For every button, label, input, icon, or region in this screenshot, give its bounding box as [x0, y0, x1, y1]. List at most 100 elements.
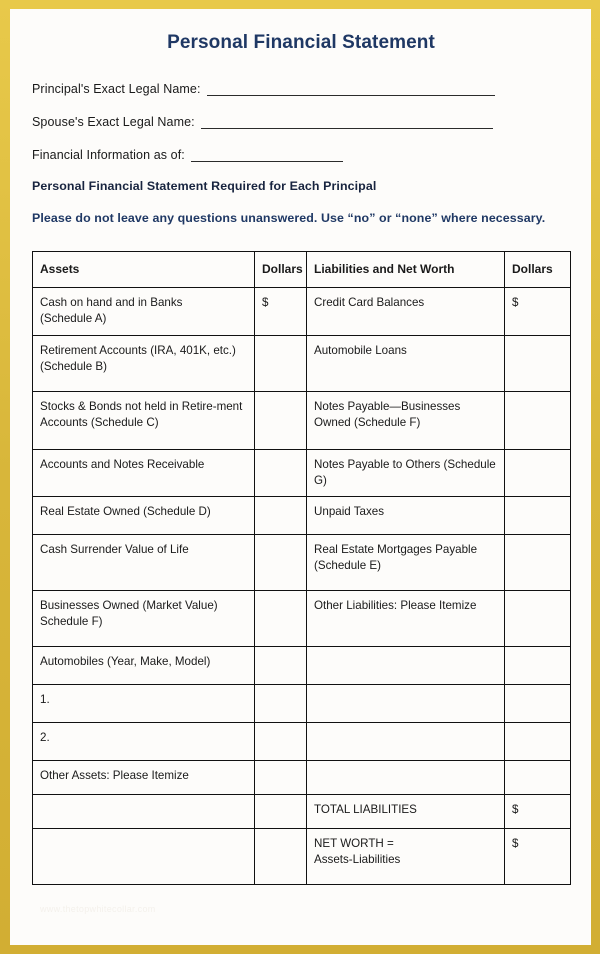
header-liabilities-dollars: Dollars: [504, 250, 571, 289]
asset-label-cell-text: 1.: [40, 692, 50, 706]
liability-amount-cell[interactable]: [504, 449, 571, 497]
document-page: Personal Financial Statement Principal's…: [0, 0, 600, 954]
asset-label-cell-text: Businesses Owned (Market Value): [40, 598, 218, 612]
asset-label-cell-text: Other Assets: Please Itemize: [40, 768, 189, 782]
asset-amount-cell[interactable]: [254, 827, 307, 885]
asset-label-cell: Real Estate Owned (Schedule D): [32, 495, 255, 535]
liability-amount-cell[interactable]: $: [504, 827, 571, 885]
table-row: Automobiles (Year, Make, Model): [32, 645, 571, 685]
asset-amount-cell[interactable]: [254, 793, 307, 829]
principal-name-label: Principal's Exact Legal Name:: [32, 82, 201, 96]
asset-label-cell: [32, 793, 255, 829]
liability-label-cell: [306, 759, 505, 795]
financial-statement-table: Assets Dollars Liabilities and Net Worth…: [32, 250, 571, 885]
spouse-name-field[interactable]: Spouse's Exact Legal Name:: [32, 115, 493, 129]
liability-amount-cell-text: $: [512, 802, 519, 816]
liability-amount-cell[interactable]: [504, 645, 571, 685]
liability-amount-cell[interactable]: [504, 759, 571, 795]
asset-label-cell-text-2: (Schedule B): [40, 360, 108, 374]
liability-label-cell-text: NET WORTH =: [314, 836, 394, 850]
asset-amount-cell[interactable]: [254, 391, 307, 451]
table-row: TOTAL LIABILITIES $: [32, 793, 571, 829]
liability-label-cell-text: Unpaid Taxes: [314, 504, 385, 518]
asset-label-cell-text: Cash Surrender Value of Life: [40, 542, 189, 556]
liability-amount-cell[interactable]: [504, 683, 571, 723]
asset-label-cell: 1.: [32, 683, 255, 723]
financial-info-date-rule[interactable]: [190, 161, 343, 162]
asset-amount-cell[interactable]: [254, 533, 307, 591]
asset-amount-cell[interactable]: $: [254, 287, 307, 337]
liability-label-cell: [306, 721, 505, 761]
table-row: Accounts and Notes Receivable Notes Payab…: [32, 449, 571, 497]
page-title: Personal Financial Statement: [167, 32, 435, 53]
liability-amount-cell[interactable]: $: [504, 287, 571, 337]
spouse-name-rule[interactable]: [200, 128, 493, 129]
header-assets: Assets: [32, 250, 255, 289]
liability-amount-cell[interactable]: [504, 589, 571, 647]
table-row: NET WORTH = Assets-Liabilities $: [32, 827, 571, 885]
liability-label-cell: Notes Payable to Others (Schedule G): [306, 449, 505, 497]
asset-amount-cell[interactable]: [254, 721, 307, 761]
table-row: Cash Surrender Value of Life Real Estate …: [32, 533, 571, 591]
liability-amount-cell[interactable]: [504, 495, 571, 535]
liability-label-cell-text: Other Liabilities: Please Itemize: [314, 598, 477, 612]
table-row: 2.: [32, 721, 571, 761]
asset-label-cell-text-2: (Schedule A): [40, 312, 107, 326]
liability-label-cell: [306, 683, 505, 723]
asset-label-cell: Accounts and Notes Receivable: [32, 449, 255, 497]
table-row: Businesses Owned (Market Value) Schedule …: [32, 589, 571, 647]
asset-amount-cell[interactable]: [254, 335, 307, 393]
liability-label-cell: Automobile Loans: [306, 335, 505, 393]
liability-label-cell: Unpaid Taxes: [306, 495, 505, 535]
financial-info-date-field[interactable]: Financial Information as of:: [32, 148, 343, 162]
principal-name-field[interactable]: Principal's Exact Legal Name:: [32, 82, 495, 96]
liability-label-cell-text: Credit Card Balances: [314, 296, 425, 310]
asset-label-cell: Other Assets: Please Itemize: [32, 759, 255, 795]
asset-label-cell-text: Automobiles (Year, Make, Model): [40, 654, 211, 668]
asset-label-cell: [32, 827, 255, 885]
header-assets-dollars: Dollars: [254, 250, 307, 289]
liability-label-cell-text: Notes Payable—Businesses Owned (Schedule…: [314, 400, 461, 430]
asset-label-cell: Cash on hand and in Banks (Schedule A): [32, 287, 255, 337]
table-row: Retirement Accounts (IRA, 401K, etc.) (Sc…: [32, 335, 571, 393]
asset-label-cell-text: Stocks & Bonds not held in Retire-ment A…: [40, 400, 243, 430]
table-row: 1.: [32, 683, 571, 723]
asset-amount-cell[interactable]: [254, 589, 307, 647]
asset-amount-cell[interactable]: [254, 759, 307, 795]
table-row: Cash on hand and in Banks (Schedule A) $ Cr…: [32, 287, 571, 337]
table-row: Real Estate Owned (Schedule D) Unpaid Tax…: [32, 495, 571, 535]
asset-label-cell: Businesses Owned (Market Value) Schedule …: [32, 589, 255, 647]
asset-label-cell: 2.: [32, 721, 255, 761]
asset-label-cell-text: Accounts and Notes Receivable: [40, 458, 205, 472]
asset-amount-cell[interactable]: [254, 683, 307, 723]
liability-amount-cell[interactable]: [504, 533, 571, 591]
asset-label-cell: Stocks & Bonds not held in Retire-ment A…: [32, 391, 255, 451]
liability-label-cell: TOTAL LIABILITIES: [306, 793, 505, 829]
liability-label-cell: Other Liabilities: Please Itemize: [306, 589, 505, 647]
liability-label-cell: NET WORTH = Assets-Liabilities: [306, 827, 505, 885]
financial-info-date-label: Financial Information as of:: [32, 148, 185, 162]
liability-amount-cell[interactable]: [504, 391, 571, 451]
table-body: Cash on hand and in Banks (Schedule A) $ Cr…: [32, 287, 571, 885]
liability-label-cell-text: TOTAL LIABILITIES: [314, 802, 417, 816]
table-row: Stocks & Bonds not held in Retire-ment A…: [32, 391, 571, 451]
liability-label-cell: Credit Card Balances: [306, 287, 505, 337]
table-row: Other Assets: Please Itemize: [32, 759, 571, 795]
liability-label-cell-text-2: Assets-Liabilities: [314, 853, 401, 867]
principal-name-rule[interactable]: [206, 95, 495, 96]
asset-amount-cell-text: $: [262, 296, 269, 310]
asset-label-cell: Cash Surrender Value of Life: [32, 533, 255, 591]
asset-label-cell: Automobiles (Year, Make, Model): [32, 645, 255, 685]
liability-amount-cell[interactable]: $: [504, 793, 571, 829]
liability-label-cell-text: Real Estate Mortgages Payable (Schedule …: [314, 542, 478, 573]
asset-amount-cell[interactable]: [254, 495, 307, 535]
liability-amount-cell-text: $: [512, 836, 519, 850]
asset-label-cell-text: 2.: [40, 730, 50, 744]
asset-label-cell-text: Cash on hand and in Banks: [40, 296, 183, 310]
asset-amount-cell[interactable]: [254, 449, 307, 497]
liability-amount-cell[interactable]: [504, 335, 571, 393]
asset-amount-cell[interactable]: [254, 645, 307, 685]
liability-amount-cell[interactable]: [504, 721, 571, 761]
liability-label-cell: Notes Payable—Businesses Owned (Schedule…: [306, 391, 505, 451]
table-header-row: Assets Dollars Liabilities and Net Worth…: [32, 250, 571, 289]
